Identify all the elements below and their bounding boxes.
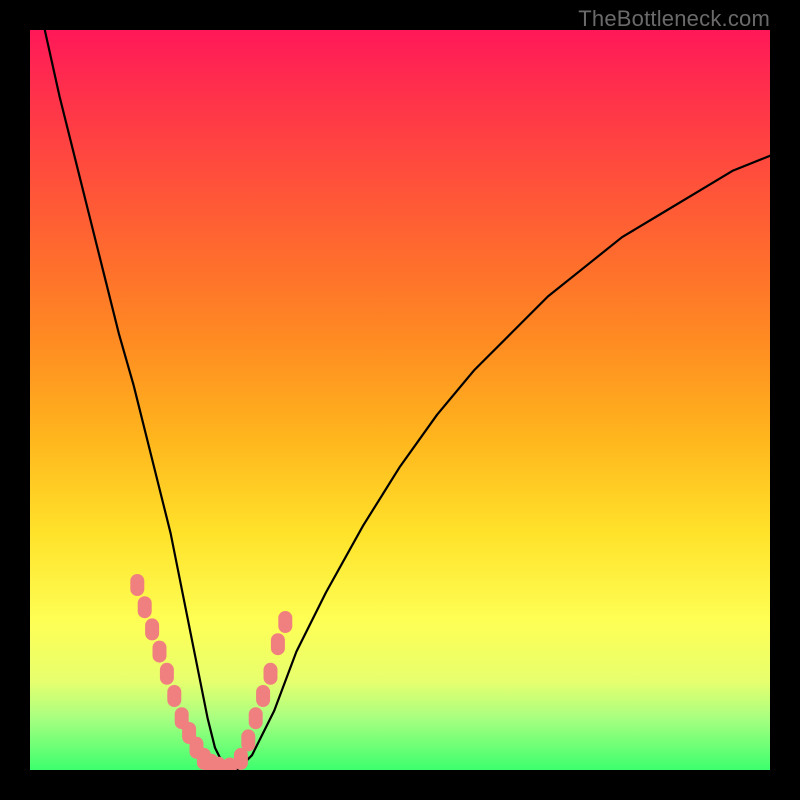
watermark-text: TheBottleneck.com <box>578 6 770 32</box>
marker-dot <box>130 574 144 596</box>
marker-dot <box>160 663 174 685</box>
plot-area <box>30 30 770 770</box>
marker-dot <box>138 596 152 618</box>
marker-dot <box>234 748 248 770</box>
marker-dot <box>249 707 263 729</box>
marker-dot <box>167 685 181 707</box>
marker-dot <box>241 729 255 751</box>
chart-svg <box>30 30 770 770</box>
marker-dot <box>278 611 292 633</box>
marker-dot <box>256 685 270 707</box>
marker-dot <box>264 663 278 685</box>
highlight-markers <box>130 574 292 770</box>
marker-dot <box>153 641 167 663</box>
marker-dot <box>145 618 159 640</box>
chart-frame: TheBottleneck.com <box>0 0 800 800</box>
marker-dot <box>271 633 285 655</box>
